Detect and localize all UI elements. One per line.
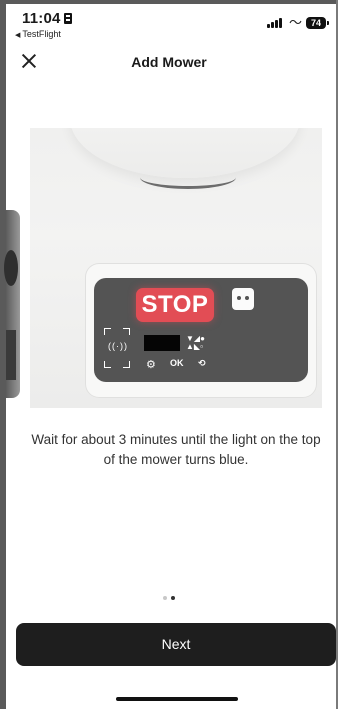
stop-button-illustration: STOP (136, 288, 214, 322)
mower-illustration: STOP ((·)) ▼◢● ▲◣▫ ⚙ OK ⟲ (30, 128, 322, 408)
page-dot-2 (171, 595, 175, 600)
direction-keys-icon: ▼◢● ▲◣▫ (186, 334, 205, 351)
cellular-signal-icon (267, 18, 283, 28)
instruction-text: Wait for about 3 minutes until the light… (31, 432, 321, 467)
back-app-label: TestFlight (22, 29, 61, 39)
page-indicator (0, 589, 338, 607)
adjacent-slide-peek (4, 210, 20, 398)
nfc-icon: ((·)) (108, 341, 128, 351)
wifi-icon: ～ (288, 15, 302, 30)
panel-display (144, 335, 180, 351)
home-indicator (116, 697, 238, 701)
status-time: 11:04 (22, 10, 72, 27)
control-panel: STOP ((·)) ▼◢● ▲◣▫ ⚙ OK ⟲ (94, 278, 308, 382)
mower-light-strip (140, 166, 236, 189)
status-bar: 11:04 ◀ TestFlight ～ 74 (6, 4, 336, 42)
return-home-icon: ⟲ (198, 358, 206, 368)
id-card-icon (63, 13, 72, 24)
back-caret-icon: ◀ (15, 32, 21, 39)
back-to-app-link[interactable]: ◀ TestFlight (15, 29, 61, 39)
next-button[interactable]: Next (16, 623, 336, 666)
page-title: Add Mower (131, 54, 207, 70)
robot-face-icon (232, 288, 254, 310)
settings-gear-icon: ⚙ (146, 359, 156, 371)
ok-key: OK (170, 358, 184, 368)
page-dot-1 (163, 595, 167, 600)
battery-icon: 74 (306, 17, 329, 29)
